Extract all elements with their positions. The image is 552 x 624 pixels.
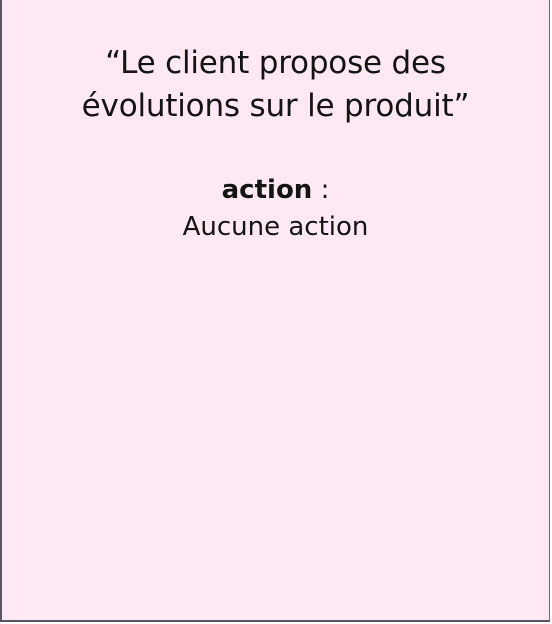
action-value: Aucune action <box>182 212 369 242</box>
action-separator: : <box>312 175 330 205</box>
card: “Le client propose des évolutions sur le… <box>0 0 550 622</box>
action-label: action <box>221 175 313 205</box>
card-quote: “Le client propose des évolutions sur le… <box>2 42 549 128</box>
quote-line-2: évolutions sur le produit” <box>81 88 470 124</box>
action-block: action : Aucune action <box>2 172 549 246</box>
quote-line-1: “Le client propose des <box>105 45 446 81</box>
